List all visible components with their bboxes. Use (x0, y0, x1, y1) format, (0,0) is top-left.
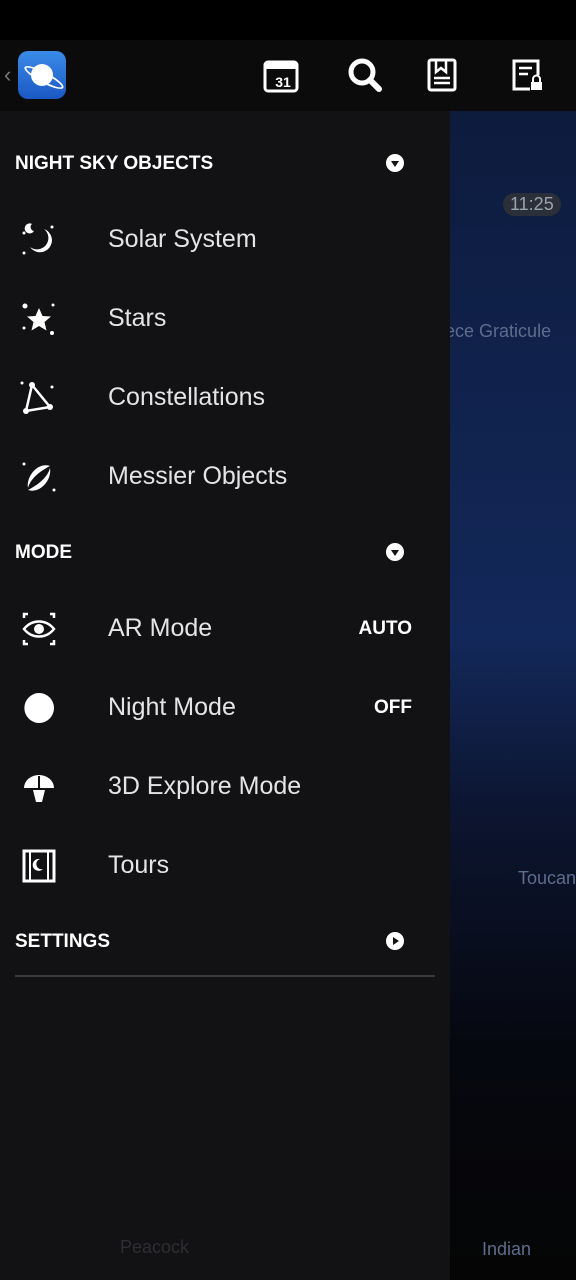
menu-item-night-mode[interactable]: Night Mode OFF (0, 677, 450, 737)
observatory-icon (24, 775, 54, 802)
menu-item-stars[interactable]: Stars (0, 288, 450, 348)
chevron-down-icon[interactable] (386, 543, 404, 561)
section-settings[interactable]: SETTINGS (15, 931, 110, 953)
menu-item-label: Constellations (108, 383, 266, 411)
svg-text:31: 31 (275, 74, 291, 90)
menu-item-label: 3D Explore Mode (108, 772, 302, 800)
menu-item-label: Messier Objects (108, 462, 288, 490)
locked-document-icon[interactable] (508, 56, 546, 94)
galaxy-icon (22, 462, 56, 492)
menu-item-label: Stars (108, 304, 167, 332)
menu-item-ar-mode[interactable]: AR Mode AUTO (0, 598, 450, 658)
menu-item-messier-objects[interactable]: Messier Objects (0, 446, 450, 506)
section-night-sky-objects[interactable]: NIGHT SKY OBJECTS (15, 153, 213, 175)
star-icon (22, 303, 55, 335)
calendar-icon[interactable]: 31 (262, 56, 300, 94)
moon-icon (22, 223, 54, 255)
ar-mode-value: AUTO (358, 618, 412, 639)
back-chevron-icon[interactable]: ‹ (4, 62, 11, 88)
menu-item-label: Tours (108, 851, 170, 879)
menu-item-label: AR Mode (108, 614, 213, 642)
menu-item-constellations[interactable]: Constellations (0, 367, 450, 427)
divider (15, 975, 435, 977)
film-icon (22, 849, 56, 883)
half-moon-icon (20, 693, 54, 723)
chevron-right-icon[interactable] (386, 932, 404, 950)
night-mode-value: OFF (374, 697, 412, 718)
chevron-down-icon[interactable] (386, 154, 404, 172)
menu-item-solar-system[interactable]: Solar System (0, 209, 450, 269)
menu-item-3d-explore-mode[interactable]: 3D Explore Mode (0, 756, 450, 816)
constellation-icon (20, 381, 54, 414)
menu-item-label: Solar System (108, 225, 257, 253)
status-bar (0, 0, 576, 40)
eye-icon (22, 612, 56, 646)
search-icon[interactable] (346, 56, 384, 94)
menu-item-label: Night Mode (108, 693, 236, 721)
sky-label: Toucan (518, 868, 576, 888)
sky-label: Indian (482, 1239, 532, 1259)
section-mode[interactable]: MODE (15, 542, 72, 564)
bookmark-icon[interactable] (423, 56, 461, 94)
time-badge: 11:25 (503, 193, 561, 216)
menu-item-tours[interactable]: Tours (0, 835, 450, 895)
sky-label: Peacock (120, 1237, 190, 1257)
app-logo[interactable] (18, 51, 66, 99)
top-bar: ‹ 31 (0, 40, 576, 111)
navigation-drawer: NIGHT SKY OBJECTS Solar System Stars Con… (0, 111, 450, 1280)
